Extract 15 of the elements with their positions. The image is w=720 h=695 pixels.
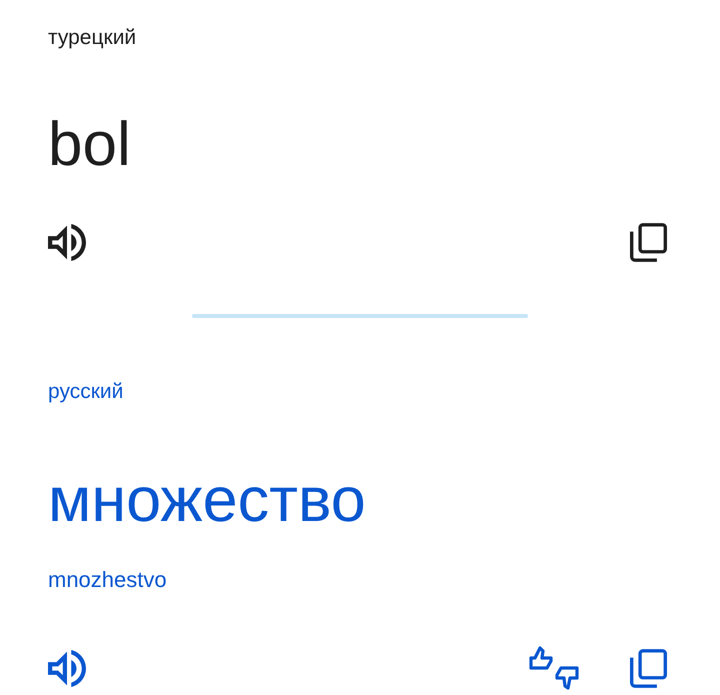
target-language-label: русский (48, 379, 124, 405)
thumbs-up-down-icon (529, 646, 579, 690)
copy-icon (630, 222, 667, 262)
copy-button[interactable] (630, 648, 667, 688)
transliteration-text: mnozhestvo (48, 566, 167, 594)
source-text: bol (48, 109, 131, 181)
rate-translation-button[interactable] (529, 646, 579, 690)
speaker-icon (48, 650, 86, 686)
copy-button[interactable] (630, 222, 667, 262)
listen-button[interactable] (48, 650, 86, 686)
translation-text: множество (48, 464, 366, 537)
listen-button[interactable] (48, 224, 86, 260)
speaker-icon (48, 224, 86, 260)
copy-icon (630, 648, 667, 688)
source-language-label: турецкий (48, 25, 136, 51)
